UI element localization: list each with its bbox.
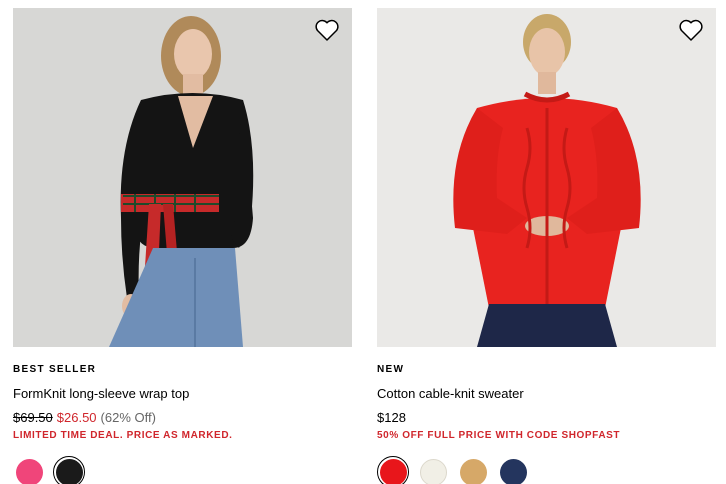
discount-percent: (62% Off): [100, 410, 156, 425]
wishlist-heart-icon[interactable]: [678, 18, 704, 42]
price-row: $128: [377, 410, 716, 426]
model-photo: [453, 14, 641, 347]
wishlist-heart-icon[interactable]: [314, 18, 340, 42]
product-image[interactable]: [13, 8, 352, 347]
promo-message: 50% OFF FULL PRICE WITH CODE SHOPFAST: [377, 430, 621, 441]
color-swatches: [13, 456, 352, 484]
swatch-ivory[interactable]: [417, 456, 449, 484]
swatch-navy[interactable]: [497, 456, 529, 484]
swatch-camel[interactable]: [457, 456, 489, 484]
product-image[interactable]: [377, 8, 716, 347]
product-badge: NEW: [377, 364, 405, 375]
price-row: $69.50 $26.50 (62% Off): [13, 410, 352, 426]
color-swatches: [377, 456, 716, 484]
product-name-link[interactable]: Cotton cable-knit sweater: [377, 386, 716, 402]
swatch-pink[interactable]: [13, 456, 45, 484]
sale-price: $26.50: [56, 410, 97, 425]
swatch-red-selected[interactable]: [377, 456, 409, 484]
model-photo: [109, 16, 254, 347]
original-price: $69.50: [13, 410, 53, 425]
swatch-black-selected[interactable]: [53, 456, 85, 484]
regular-price: $128: [377, 410, 406, 425]
product-name-link[interactable]: FormKnit long-sleeve wrap top: [13, 386, 352, 402]
product-card[interactable]: NEW Cotton cable-knit sweater $128 50% O…: [377, 8, 716, 484]
product-badge: BEST SELLER: [13, 364, 97, 375]
promo-message: LIMITED TIME DEAL. PRICE AS MARKED.: [13, 430, 233, 441]
product-card[interactable]: BEST SELLER FormKnit long-sleeve wrap to…: [13, 8, 352, 484]
